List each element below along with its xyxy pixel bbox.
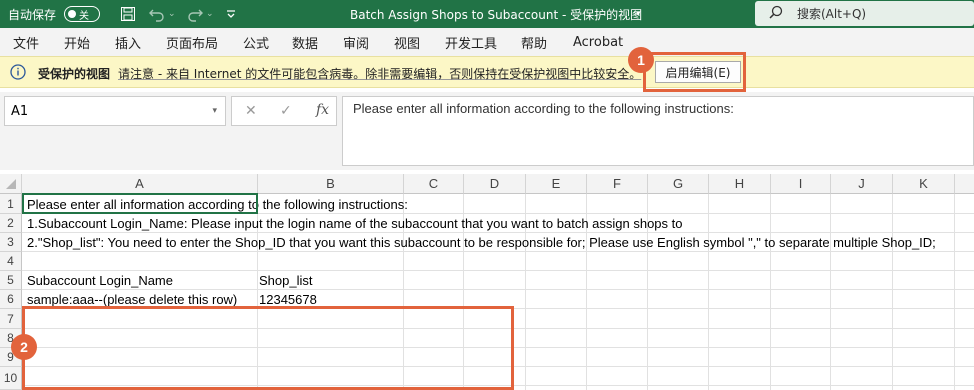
active-cell-border <box>22 193 258 214</box>
row-header[interactable]: 6 <box>0 290 22 309</box>
insert-function-icon[interactable]: fx <box>316 102 329 118</box>
tab-acrobat[interactable]: Acrobat <box>573 28 623 56</box>
cell-a3[interactable]: 2."Shop_list": You need to enter the Sho… <box>24 232 936 252</box>
column-header[interactable]: H <box>709 174 771 194</box>
formula-bar: A1 ▾ ✕ ✓ fx Please enter all information… <box>0 92 974 170</box>
search-icon <box>769 5 783 22</box>
tab-help[interactable]: 帮助 <box>521 28 547 56</box>
name-box[interactable]: A1 ▾ <box>4 96 226 126</box>
ribbon-tabs: 文件 开始 插入 页面布局 公式 数据 审阅 视图 开发工具 帮助 Acroba… <box>0 28 974 56</box>
annotation-highlight-1 <box>643 52 746 92</box>
protected-view-bar: 受保护的视图 请注意 - 来自 Internet 的文件可能包含病毒。除非需要编… <box>0 56 974 88</box>
gridline <box>770 194 771 390</box>
row-header[interactable]: 10 <box>0 367 22 390</box>
column-header[interactable]: J <box>831 174 893 194</box>
tab-formulas[interactable]: 公式 <box>243 28 269 56</box>
formula-buttons: ✕ ✓ fx <box>231 96 337 126</box>
column-header[interactable]: C <box>404 174 464 194</box>
search-placeholder: 搜索(Alt+Q) <box>797 7 867 21</box>
undo-dropdown-icon[interactable]: ⌄ <box>168 0 176 28</box>
column-header[interactable]: G <box>648 174 709 194</box>
row-header[interactable]: 4 <box>0 252 22 271</box>
tab-review[interactable]: 审阅 <box>343 28 369 56</box>
row-header[interactable]: 7 <box>0 309 22 329</box>
cell-a2[interactable]: 1.Subaccount Login_Name: Please input th… <box>24 213 683 233</box>
cell-a5[interactable]: Subaccount Login_Name <box>24 270 173 290</box>
autosave-toggle[interactable]: 关 <box>64 0 100 28</box>
undo-icon[interactable] <box>148 0 166 28</box>
gridline <box>892 194 893 390</box>
row-header[interactable]: 2 <box>0 214 22 233</box>
column-header[interactable]: F <box>587 174 648 194</box>
gridline <box>708 194 709 390</box>
row-header[interactable]: 5 <box>0 271 22 290</box>
annotation-badge-1: 1 <box>628 47 654 73</box>
protected-view-title: 受保护的视图 <box>38 67 111 81</box>
tab-page-layout[interactable]: 页面布局 <box>166 28 218 56</box>
column-header[interactable]: I <box>771 174 831 194</box>
column-header[interactable]: K <box>893 174 955 194</box>
search-box[interactable]: 搜索(Alt+Q) <box>755 1 974 26</box>
tab-home[interactable]: 开始 <box>64 28 90 56</box>
cell-b5[interactable]: Shop_list <box>256 270 312 290</box>
column-header-partial <box>955 174 974 194</box>
tab-developer[interactable]: 开发工具 <box>445 28 497 56</box>
tab-insert[interactable]: 插入 <box>115 28 141 56</box>
gridline <box>830 194 831 390</box>
column-header[interactable]: E <box>526 174 587 194</box>
gridline <box>954 194 955 390</box>
protected-view-message: 请注意 - 来自 Internet 的文件可能包含病毒。除非需要编辑，否则保持在… <box>118 67 642 81</box>
annotation-highlight-2 <box>22 306 514 390</box>
info-icon <box>10 64 26 83</box>
formula-input[interactable]: Please enter all information according t… <box>342 96 974 166</box>
select-all-corner[interactable] <box>0 174 22 194</box>
customize-toolbar-icon[interactable] <box>226 0 236 28</box>
annotation-badge-2: 2 <box>11 334 37 360</box>
cancel-icon[interactable]: ✕ <box>245 103 257 119</box>
title-bar: 自动保存 关 ⌄ ⌄ Batch Assign Shops to Subacco… <box>0 0 974 28</box>
column-header[interactable]: D <box>464 174 526 194</box>
tab-view[interactable]: 视图 <box>394 28 420 56</box>
window-title: Batch Assign Shops to Subaccount - 受保护的视… <box>350 7 643 22</box>
name-box-dropdown-icon[interactable]: ▾ <box>212 106 217 116</box>
column-header[interactable]: A <box>22 174 258 194</box>
save-icon[interactable] <box>120 0 136 28</box>
redo-icon[interactable] <box>186 0 204 28</box>
toggle-knob-icon <box>68 10 76 18</box>
title-dropdown-icon[interactable]: ▾ <box>636 0 641 28</box>
tab-file[interactable]: 文件 <box>13 28 39 56</box>
autosave-label: 自动保存 <box>8 7 57 22</box>
enter-icon[interactable]: ✓ <box>280 103 292 119</box>
row-header[interactable]: 1 <box>0 194 22 214</box>
row-header[interactable]: 3 <box>0 233 22 252</box>
column-header[interactable]: B <box>258 174 404 194</box>
redo-dropdown-icon[interactable]: ⌄ <box>206 0 214 28</box>
tab-data[interactable]: 数据 <box>292 28 318 56</box>
